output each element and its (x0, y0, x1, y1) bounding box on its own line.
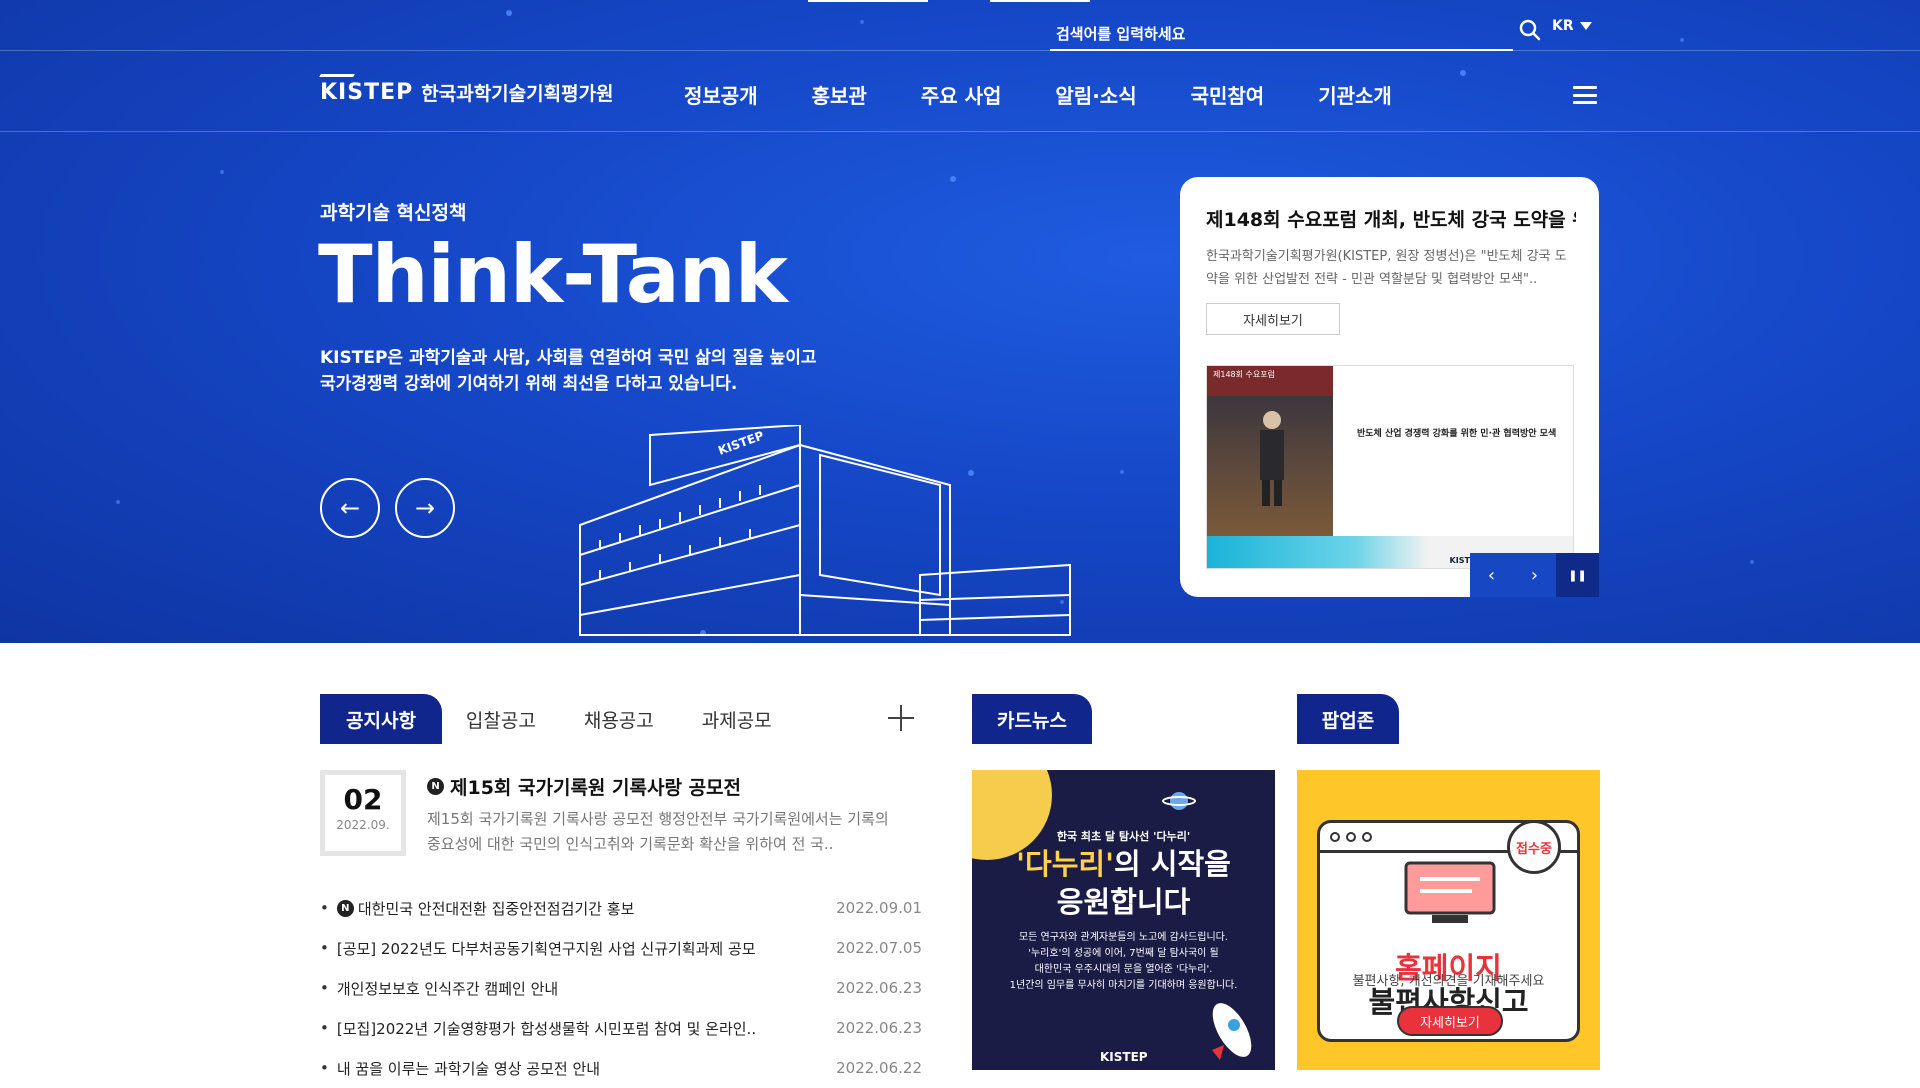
featured-date-box: 02 2022.09. (320, 770, 406, 856)
search-input[interactable] (1056, 22, 1456, 46)
news-title[interactable]: 제148회 수요포럼 개최, 반도체 강국 도약을 위한 산업발전 전략 (1206, 205, 1576, 232)
featured-title-text: 제15회 국가기록원 기록사랑 공모전 (450, 777, 742, 799)
hero-subtitle: 과학기술 혁신정책 (320, 202, 467, 224)
cardnews-line2: '누리호'의 성공에 이어, 7번째 달 탐사국이 될 (1028, 948, 1219, 959)
menu-icon[interactable] (1573, 86, 1597, 104)
news-slider-card: 제148회 수요포럼 개최, 반도체 강국 도약을 위한 산업발전 전략 한국과… (1180, 177, 1599, 597)
news-summary: 한국과학기술기획평가원(KISTEP, 원장 정병선)은 "반도체 강국 도약을… (1206, 249, 1567, 287)
thumb-slide-title: 반도체 산업 경쟁력 강화를 위한 민·관 협력방안 모색 (1357, 429, 1557, 439)
featured-day: 02 (343, 783, 383, 816)
slider-prev-button[interactable]: ‹ (1470, 553, 1513, 597)
search-box (1050, 20, 1513, 51)
tab-project[interactable]: 과제공모 (678, 694, 796, 744)
news-more-button[interactable]: 자세히보기 (1206, 303, 1340, 335)
hero-desc-line1: KISTEP은 과학기술과 사람, 사회를 연결하여 국민 삶의 질을 높이고 (320, 348, 817, 368)
tab-indicator (808, 0, 928, 2)
cardnews-banner[interactable]: 한국 최초 달 탐사선 '다누리' '다누리'의 시작을 응원합니다 모든 연구… (972, 770, 1275, 1070)
star-dot (220, 170, 224, 174)
notice-title: 개인정보보호 인식주간 캠페인 안내 (336, 979, 559, 998)
slider-next-button[interactable]: › (1513, 553, 1556, 597)
list-item[interactable]: [모집]2022년 기술영향평가 합성생물학 시민포럼 참여 및 온라인.. 2… (320, 1008, 922, 1048)
popup-description: 불편사항, 개선의견을 기재해주세요 (1352, 974, 1545, 989)
top-utility-bar: KR (0, 0, 1920, 51)
list-item[interactable]: 내 꿈을 이루는 과학기술 영상 공모전 안내 2022.06.22 (320, 1048, 922, 1088)
featured-notice-title[interactable]: N 제15회 국가기록원 기록사랑 공모전 (427, 773, 741, 800)
speaker-figure (1260, 411, 1284, 506)
popup-more-button[interactable]: 자세히보기 (1397, 1006, 1503, 1036)
nav-item-news[interactable]: 알림·소식 (1055, 80, 1136, 109)
star-dot (116, 500, 120, 504)
cardnews-headline-rest2: 응원합니다 (1056, 885, 1191, 919)
cardnews-line4: 1년간의 임무를 무사히 마치기를 기대하며 응원합니다. (1009, 980, 1238, 991)
star-dot (1750, 560, 1754, 564)
planet-icon (1162, 792, 1196, 810)
svg-text:KISTEP: KISTEP (716, 428, 766, 458)
thumb-slide: 반도체 산업 경쟁력 강화를 위한 민·관 협력방안 모색 (1337, 366, 1573, 536)
hero-prev-button[interactable]: ← (320, 478, 380, 538)
tab-indicator (990, 0, 1090, 2)
cardnews-highlight: '다누리' (1016, 847, 1114, 881)
hero-desc-line2: 국가경쟁력 강화에 기여하기 위해 최선을 다하고 있습니다. (320, 374, 738, 394)
notice-title: 내 꿈을 이루는 과학기술 영상 공모전 안내 (336, 1059, 601, 1078)
tab-popupzone[interactable]: 팝업존 (1297, 694, 1399, 744)
hero-title: Think-Tank (318, 228, 788, 321)
notice-date: 2022.06.22 (836, 1059, 922, 1077)
nav-item-business[interactable]: 주요 사업 (921, 80, 1002, 109)
notice-title: [공모] 2022년도 다부처공동기획연구지원 사업 신규기획과제 공모 (336, 939, 756, 958)
notice-date: 2022.07.05 (836, 939, 922, 957)
tab-notice[interactable]: 공지사항 (320, 694, 442, 744)
news-slider-controls: ‹ › ❚❚ (1470, 553, 1599, 597)
nav-item-participation[interactable]: 국민참여 (1191, 80, 1265, 109)
nav-item-pr[interactable]: 홍보관 (812, 80, 867, 109)
thumb-header: 제148회 수요포럼 (1207, 366, 1333, 396)
monitor-icon (1404, 861, 1496, 923)
news-thumbnail[interactable]: 제148회 수요포럼 반도체 산업 경쟁력 강화를 위한 민·관 협력방안 모색… (1206, 365, 1574, 569)
cardnews-headline-rest1: 의 시작을 (1113, 847, 1231, 881)
list-item[interactable]: [공모] 2022년도 다부처공동기획연구지원 사업 신규기획과제 공모 202… (320, 928, 922, 968)
tab-bid[interactable]: 입찰공고 (442, 694, 560, 744)
nav-item-info[interactable]: 정보공개 (684, 80, 758, 109)
logo-mark: KISTEP (320, 80, 414, 105)
search-icon[interactable] (1518, 18, 1542, 42)
notice-tabs: 공지사항 입찰공고 채용공고 과제공모 (320, 694, 796, 744)
notice-date: 2022.06.23 (836, 1019, 922, 1037)
gnb-menu: 정보공개 홍보관 주요 사업 알림·소식 국민참여 기관소개 (684, 80, 1446, 109)
cardnews-line1: 모든 연구자와 관계자분들의 노고에 감사드립니다. (1018, 932, 1229, 943)
tab-recruit[interactable]: 채용공고 (560, 694, 678, 744)
language-selector[interactable]: KR (1552, 18, 1592, 34)
list-item[interactable]: N대한민국 안전대전환 집중안전점검기간 홍보 2022.09.01 (320, 888, 922, 928)
nav-item-about[interactable]: 기관소개 (1318, 80, 1392, 109)
hero-next-button[interactable]: → (395, 478, 455, 538)
tab-cardnews[interactable]: 카드뉴스 (972, 694, 1092, 744)
hero-description: KISTEP은 과학기술과 사람, 사회를 연결하여 국민 삶의 질을 높이고 … (320, 345, 880, 397)
logo-text: 한국과학기술기획평가원 (421, 83, 614, 105)
notice-date: 2022.09.01 (836, 899, 922, 917)
featured-notice-body: 제15회 국가기록원 기록사랑 공모전 행정안전부 국가기록원에서는 기록의 중… (427, 810, 889, 853)
language-label: KR (1552, 18, 1574, 34)
receiving-badge: 접수중 (1507, 820, 1561, 874)
popupzone-banner[interactable]: 홈페이지 불편사항신고 접수중 불편사항, 개선의견을 기재해주세요 자세히보기 (1297, 770, 1600, 1070)
chevron-down-icon (1579, 22, 1592, 30)
more-plus-icon[interactable] (888, 705, 914, 731)
cardnews-headline: '다누리'의 시작을 응원합니다 (972, 845, 1275, 921)
new-badge: N (336, 899, 354, 917)
star-dot (950, 176, 956, 182)
cardnews-logo: KISTEP (1100, 1050, 1148, 1064)
list-item[interactable]: 개인정보보호 인식주간 캠페인 안내 2022.06.23 (320, 968, 922, 1008)
cardnews-top-text: 한국 최초 달 탐사선 '다누리' (1056, 830, 1191, 843)
hero-section: KR KISTEP 한국과학기술기획평가원 정보공개 홍보관 주요 사업 알림·… (0, 0, 1920, 643)
featured-year-month: 2022.09. (336, 818, 390, 832)
notice-date: 2022.06.23 (836, 979, 922, 997)
notice-list: N대한민국 안전대전환 집중안전점검기간 홍보 2022.09.01 [공모] … (320, 888, 922, 1088)
new-badge: N (427, 778, 444, 795)
notice-title: 대한민국 안전대전환 집중안전점검기간 홍보 (357, 899, 635, 918)
slider-pause-button[interactable]: ❚❚ (1556, 553, 1599, 597)
rocket-icon (1212, 1003, 1252, 1060)
star-dot (1120, 470, 1124, 474)
building-illustration: KISTEP (579, 425, 1071, 636)
site-logo[interactable]: KISTEP 한국과학기술기획평가원 (320, 79, 614, 106)
notice-title: [모집]2022년 기술영향평가 합성생물학 시민포럼 참여 및 온라인.. (336, 1019, 757, 1038)
cardnews-line3: 대한민국 우주시대의 문을 열어준 '다누리'. (1034, 964, 1213, 975)
main-navbar: KISTEP 한국과학기술기획평가원 정보공개 홍보관 주요 사업 알림·소식 … (0, 52, 1920, 132)
